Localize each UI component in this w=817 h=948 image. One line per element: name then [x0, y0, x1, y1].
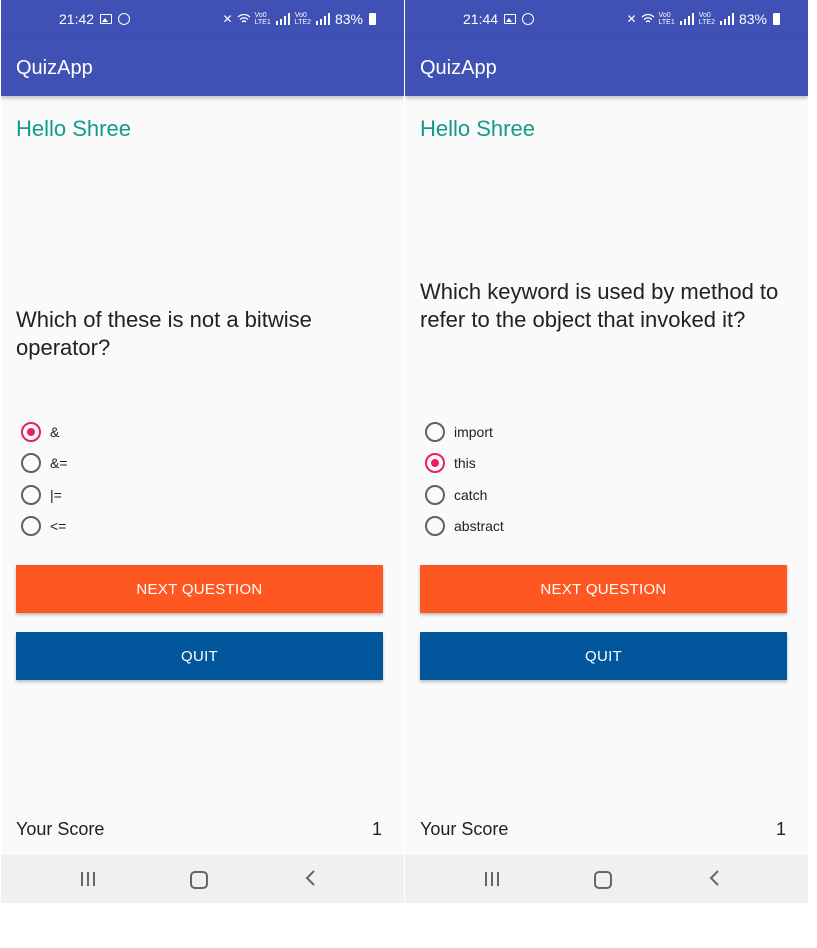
radio-button[interactable] [21, 453, 41, 474]
mute-icon: ✕ [222, 12, 233, 26]
score-value: 1 [371, 819, 382, 839]
volte-lte1-icon: Vo0 LTE1 [254, 12, 271, 26]
status-bar: 21:44 ✕ Vo0 LTE1 Vo0 LTE2 83% [405, 0, 808, 40]
radio-button[interactable] [425, 421, 445, 442]
answer-option[interactable]: <= [21, 511, 361, 543]
signal-icon [275, 13, 290, 25]
battery-icon [369, 13, 376, 25]
answer-option-label: this [454, 455, 476, 472]
signal-icon [679, 13, 694, 25]
volte-lte2-icon: Vo0 LTE2 [294, 12, 311, 26]
signal-icon [315, 13, 330, 25]
answer-option-label: & [50, 423, 60, 440]
quit-button[interactable]: QUIT [420, 632, 787, 680]
radio-button[interactable] [425, 484, 445, 505]
radio-button[interactable] [21, 484, 41, 505]
quiz-screen-1: 21:42 ✕ Vo0 LTE1 Vo0 LTE2 83% QuizApp Hell… [1, 0, 404, 903]
answer-option-label: &= [50, 455, 68, 472]
app-bar: QuizApp [405, 40, 808, 96]
home-icon[interactable] [190, 871, 208, 889]
app-title: QuizApp [16, 57, 93, 79]
quit-button[interactable]: QUIT [16, 632, 383, 680]
answer-option[interactable]: &= [21, 448, 361, 480]
recents-icon[interactable] [81, 872, 95, 886]
wifi-icon [641, 14, 654, 23]
app-title: QuizApp [420, 57, 497, 79]
volte-lte1-icon: Vo0 LTE1 [658, 12, 675, 26]
home-icon[interactable] [594, 871, 612, 889]
whatsapp-icon [118, 13, 131, 25]
next-question-button[interactable]: NEXT QUESTION [16, 565, 383, 613]
score-value: 1 [775, 819, 786, 839]
answer-option-label: <= [50, 518, 67, 535]
app-bar: QuizApp [1, 40, 404, 96]
battery-icon [773, 13, 780, 25]
answer-radio-group: import this catch abstract [425, 416, 765, 542]
whatsapp-icon [522, 13, 535, 25]
mute-icon: ✕ [626, 12, 637, 26]
next-question-button[interactable]: NEXT QUESTION [420, 565, 787, 613]
radio-button[interactable] [425, 516, 445, 537]
system-nav-bar [405, 855, 808, 903]
radio-button-checked[interactable] [21, 421, 41, 442]
radio-button[interactable] [21, 516, 41, 537]
answer-option[interactable]: & [21, 416, 361, 448]
wifi-icon [237, 14, 250, 23]
volte-lte2-icon: Vo0 LTE2 [698, 12, 715, 26]
gallery-icon [100, 14, 113, 24]
greeting-text: Hello Shree [16, 116, 131, 141]
battery-percent: 83% [738, 11, 767, 27]
status-time: 21:44 [463, 11, 499, 27]
quiz-screen-2: 21:44 ✕ Vo0 LTE1 Vo0 LTE2 83% QuizApp Hell… [405, 0, 808, 903]
answer-option-label: catch [454, 486, 488, 503]
gallery-icon [504, 14, 517, 24]
answer-option[interactable]: import [425, 416, 765, 448]
answer-option[interactable]: abstract [425, 511, 765, 543]
answer-option[interactable]: this [425, 448, 765, 480]
answer-option[interactable]: catch [425, 479, 765, 511]
greeting-text: Hello Shree [420, 116, 535, 141]
question-text: Which keyword is used by method to refer… [420, 279, 779, 332]
system-nav-bar [1, 855, 404, 903]
back-icon[interactable] [705, 868, 725, 888]
answer-option[interactable]: |= [21, 479, 361, 511]
score-label: Your Score [16, 819, 105, 839]
score-label: Your Score [420, 819, 509, 839]
battery-percent: 83% [334, 11, 363, 27]
recents-icon[interactable] [485, 872, 499, 886]
back-icon[interactable] [301, 868, 321, 888]
answer-option-label: import [454, 423, 493, 440]
question-text: Which of these is not a bitwise operator… [16, 307, 312, 360]
answer-option-label: abstract [454, 518, 504, 535]
signal-icon [719, 13, 734, 25]
status-time: 21:42 [59, 11, 95, 27]
answer-radio-group: & &= |= <= [21, 416, 361, 542]
radio-button-checked[interactable] [425, 453, 445, 474]
answer-option-label: |= [50, 486, 62, 503]
status-bar: 21:42 ✕ Vo0 LTE1 Vo0 LTE2 83% [1, 0, 404, 40]
